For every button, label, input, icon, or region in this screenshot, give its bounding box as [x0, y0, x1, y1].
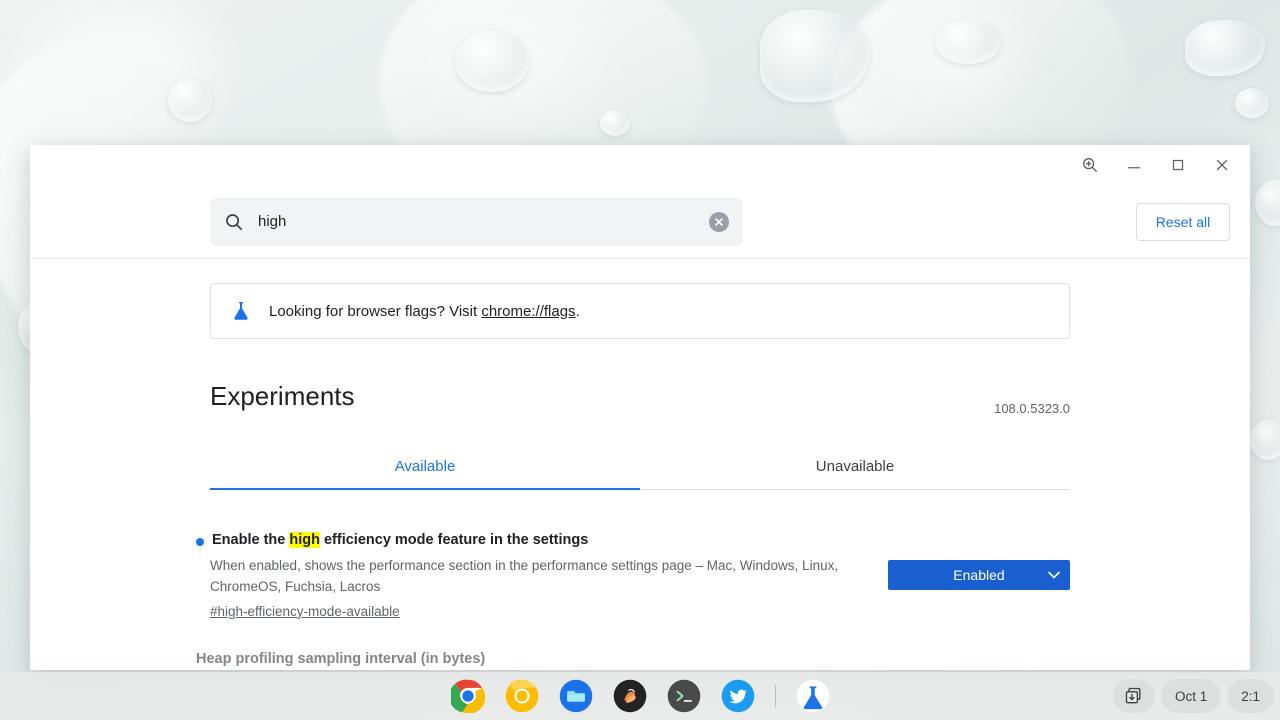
browser-flags-notice: Looking for browser flags? Visit chrome:… — [210, 283, 1070, 339]
experiment-row: Heap profiling sampling interval (in byt… — [196, 651, 1070, 670]
flags-window: Reset all Looking for browser flags? Vis… — [30, 145, 1250, 670]
experiment-title: Heap profiling sampling interval (in byt… — [196, 651, 1070, 667]
experiment-select-wrapper: DefaultEnabledDisabled — [888, 560, 1070, 590]
search-input[interactable] — [258, 213, 709, 230]
shelf-app-terminal[interactable] — [665, 677, 703, 715]
search-highlight: high — [289, 532, 320, 548]
wallpaper-droplet — [455, 30, 529, 92]
shelf-app-twitter[interactable] — [719, 677, 757, 715]
search-icon — [224, 212, 244, 232]
experiments-tabs: Available Unavailable — [210, 448, 1070, 490]
shelf-app-chrome[interactable] — [449, 677, 487, 715]
clear-search-icon[interactable] — [709, 211, 729, 232]
experiment-control: DefaultEnabledDisabled — [888, 532, 1070, 621]
tab-unavailable[interactable]: Unavailable — [640, 448, 1070, 489]
screen-capture-icon[interactable] — [1112, 679, 1155, 713]
wallpaper-droplet — [1250, 420, 1280, 460]
tab-available[interactable]: Available — [210, 448, 640, 490]
shelf-app-hands-app[interactable] — [611, 677, 649, 715]
experiment-row: Enable the high efficiency mode feature … — [196, 532, 1070, 621]
page-title: Experiments — [210, 381, 355, 411]
shelf-app-files[interactable] — [557, 677, 595, 715]
minimize-icon[interactable] — [1112, 146, 1156, 184]
shelf-app-list — [449, 677, 832, 715]
experiment-title-after: Heap profiling sampling interval (in byt… — [196, 650, 486, 667]
tray-time[interactable]: 2:1 — [1227, 679, 1274, 713]
experiment-title-before: Enable the — [212, 532, 290, 548]
wallpaper-droplet — [600, 110, 630, 136]
flask-icon — [231, 300, 251, 322]
shelf: Oct 1 2:1 — [0, 672, 1280, 720]
experiments-header: Experiments 108.0.5323.0 — [210, 381, 1070, 418]
tray-date[interactable]: Oct 1 — [1160, 679, 1222, 713]
wallpaper-droplet — [1235, 88, 1269, 118]
shelf-app-chrome-canary[interactable] — [503, 677, 541, 715]
notice-text-before: Looking for browser flags? Visit — [269, 302, 482, 320]
chrome-flags-link[interactable]: chrome://flags — [481, 303, 575, 320]
flags-content: Looking for browser flags? Visit chrome:… — [30, 259, 1250, 670]
desktop: Reset all Looking for browser flags? Vis… — [0, 0, 1280, 720]
wallpaper-droplet — [1185, 20, 1265, 76]
wallpaper-droplet — [168, 78, 212, 122]
maximize-icon[interactable] — [1156, 146, 1200, 184]
experiment-permalink[interactable]: #high-efficiency-mode-available — [210, 604, 400, 619]
search-toolbar: Reset all — [30, 185, 1250, 259]
search-box[interactable] — [210, 197, 743, 246]
experiment-description: When enabled, shows the performance sect… — [210, 558, 839, 594]
shelf-separator — [774, 685, 776, 707]
zoom-in-icon[interactable] — [1068, 146, 1112, 184]
close-icon[interactable] — [1200, 146, 1244, 184]
browser-flags-notice-text: Looking for browser flags? Visit chrome:… — [269, 303, 580, 320]
modified-indicator-icon — [196, 538, 204, 546]
experiment-title-text: Heap profiling sampling interval (in byt… — [196, 651, 485, 667]
version-label: 108.0.5323.0 — [994, 401, 1070, 416]
reset-all-button[interactable]: Reset all — [1136, 202, 1230, 241]
experiment-details: Enable the high efficiency mode feature … — [196, 532, 868, 621]
wallpaper-droplet — [1255, 180, 1280, 226]
notice-text-after: . — [575, 302, 580, 320]
wallpaper-droplet — [935, 20, 1001, 64]
system-tray: Oct 1 2:1 — [1112, 679, 1274, 713]
experiment-title: Enable the high efficiency mode feature … — [196, 532, 868, 548]
window-caption-bar — [30, 145, 1250, 185]
shelf-app-flags[interactable] — [794, 677, 832, 715]
experiment-details: Heap profiling sampling interval (in byt… — [196, 651, 1070, 670]
experiment-title-after: efficiency mode feature in the settings — [319, 532, 589, 548]
experiment-state-select[interactable]: DefaultEnabledDisabled — [888, 560, 1070, 590]
experiment-title-text: Enable the high efficiency mode feature … — [212, 532, 588, 548]
